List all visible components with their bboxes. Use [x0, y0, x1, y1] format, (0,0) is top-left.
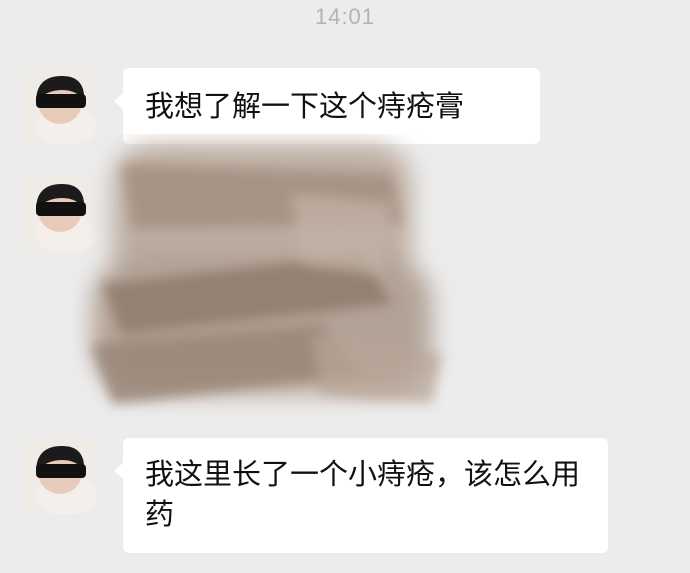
- message-row: 我这里长了一个小痔疮，该怎么用药: [22, 438, 622, 558]
- message-bubble[interactable]: 我想了解一下这个痔疮膏: [114, 68, 540, 144]
- message-text: 我想了解一下这个痔疮膏: [145, 89, 465, 123]
- avatar[interactable]: [22, 68, 98, 144]
- avatar[interactable]: [22, 438, 98, 514]
- message-bubble[interactable]: 我这里长了一个小痔疮，该怎么用药: [114, 438, 608, 553]
- chat-timestamp: 14:01: [314, 4, 376, 29]
- blurred-image-message[interactable]: [62, 134, 462, 424]
- message-text: 我这里长了一个小痔疮，该怎么用药: [145, 457, 581, 531]
